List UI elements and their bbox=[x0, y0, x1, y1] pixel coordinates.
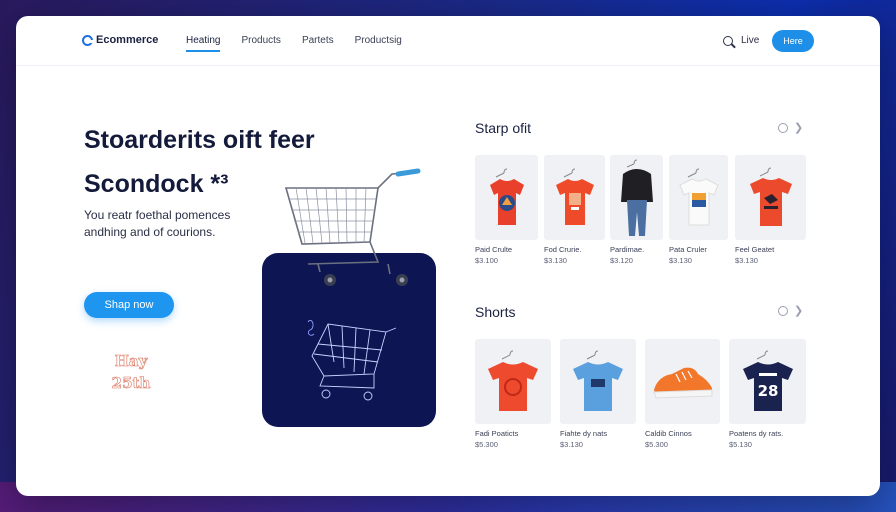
product-name: Feel Geatet bbox=[735, 245, 775, 254]
here-button[interactable]: Here bbox=[772, 30, 814, 52]
black-hoodie-jeans-icon bbox=[620, 159, 653, 236]
product-price: $5.130 bbox=[729, 440, 752, 449]
app-window: Ecommerce Heating Products Partets Produ… bbox=[16, 16, 880, 496]
pager-dot-icon[interactable] bbox=[778, 306, 788, 316]
blue-print-tshirt-icon bbox=[573, 350, 623, 411]
product-card[interactable]: Caldib Cinnos $5.300 bbox=[645, 339, 720, 449]
product-price: $3.130 bbox=[544, 256, 567, 265]
product-name: Fadi Poaticts bbox=[475, 429, 519, 438]
orange-sneaker-icon bbox=[652, 367, 712, 399]
product-price: $3.100 bbox=[475, 256, 498, 265]
product-image bbox=[610, 155, 663, 240]
product-card[interactable]: Pardimae. $3.120 bbox=[610, 155, 663, 265]
section-title-shorts: Shorts bbox=[475, 304, 516, 320]
brand-logo[interactable]: Ecommerce bbox=[82, 34, 158, 46]
product-name: Pata Cruler bbox=[669, 245, 707, 254]
product-image: 28 bbox=[729, 339, 806, 424]
chevron-right-icon[interactable]: ❯ bbox=[794, 306, 803, 317]
white-photo-tshirt-icon bbox=[678, 168, 719, 225]
nav-item-partets[interactable]: Partets bbox=[302, 35, 334, 52]
product-price: $3.130 bbox=[735, 256, 758, 265]
product-image bbox=[475, 339, 551, 424]
section-title-starp-ofit: Starp ofit bbox=[475, 120, 532, 136]
product-card[interactable]: 28 Poatens dy rats. $5.130 bbox=[729, 339, 806, 449]
chevron-right-icon[interactable]: ❯ bbox=[794, 123, 803, 134]
product-image bbox=[645, 339, 720, 424]
product-name: Poatens dy rats. bbox=[729, 429, 784, 438]
product-image bbox=[560, 339, 636, 424]
shopping-cart-icon bbox=[284, 168, 421, 286]
product-price: $3.130 bbox=[560, 440, 583, 449]
nav-item-productsig[interactable]: Productsig bbox=[355, 35, 402, 52]
product-name: Caldib Cinnos bbox=[645, 429, 692, 438]
red-graphic-tshirt-icon bbox=[489, 168, 524, 225]
product-name: Paid Crulte bbox=[475, 245, 513, 254]
promo-stamp: Hay 25th bbox=[102, 350, 160, 406]
product-card[interactable]: Fod Crurie. $3.130 bbox=[544, 155, 605, 265]
product-image bbox=[669, 155, 728, 240]
product-price: $3.130 bbox=[669, 256, 692, 265]
red-round-logo-tshirt-icon bbox=[488, 350, 538, 411]
red-bird-tshirt-icon bbox=[749, 167, 792, 226]
product-price: $5.300 bbox=[475, 440, 498, 449]
product-price: $3.120 bbox=[610, 256, 633, 265]
pager-dot-icon[interactable] bbox=[778, 123, 788, 133]
nav-item-products[interactable]: Products bbox=[241, 35, 280, 52]
product-card[interactable]: Paid Crulte $3.100 bbox=[475, 155, 538, 265]
hero-subtitle: You reatr foethal pomences andhing and o… bbox=[84, 208, 231, 239]
product-name: Fod Crurie. bbox=[544, 245, 582, 254]
navy-28-jersey-icon: 28 bbox=[742, 350, 793, 411]
svg-text:28: 28 bbox=[757, 382, 778, 400]
product-card[interactable]: Feel Geatet $3.130 bbox=[735, 155, 806, 265]
logo-icon bbox=[82, 34, 93, 46]
orange-print-tshirt-icon bbox=[555, 168, 594, 225]
product-name: Pardimae. bbox=[610, 245, 645, 254]
product-price: $5.300 bbox=[645, 440, 668, 449]
stamp-line2: 25th bbox=[111, 374, 151, 393]
section1-pager: ❯ bbox=[778, 123, 803, 134]
logo-text: Ecommerce bbox=[96, 34, 159, 46]
product-card[interactable]: Fadi Poaticts $5.300 bbox=[475, 339, 551, 449]
section2-pager: ❯ bbox=[778, 306, 803, 317]
product-image bbox=[475, 155, 538, 240]
product-image bbox=[544, 155, 605, 240]
product-card[interactable]: Fiahte dy nats $3.130 bbox=[560, 339, 636, 449]
hero-title-line1: Stoarderits oift feer bbox=[84, 126, 315, 154]
product-card[interactable]: Pata Cruler $3.130 bbox=[669, 155, 728, 265]
shop-now-button[interactable]: Shap now bbox=[84, 292, 174, 318]
search-icon[interactable] bbox=[723, 36, 733, 46]
product-name: Fiahte dy nats bbox=[560, 429, 608, 438]
top-header: Ecommerce Heating Products Partets Produ… bbox=[16, 16, 880, 66]
main-nav: Heating Products Partets Productsig bbox=[186, 35, 402, 52]
live-link[interactable]: Live bbox=[741, 35, 759, 46]
stamp-line1: Hay bbox=[114, 352, 148, 371]
cart-sketch-icon bbox=[307, 319, 397, 401]
product-image bbox=[735, 155, 806, 240]
nav-item-heating[interactable]: Heating bbox=[186, 35, 221, 52]
